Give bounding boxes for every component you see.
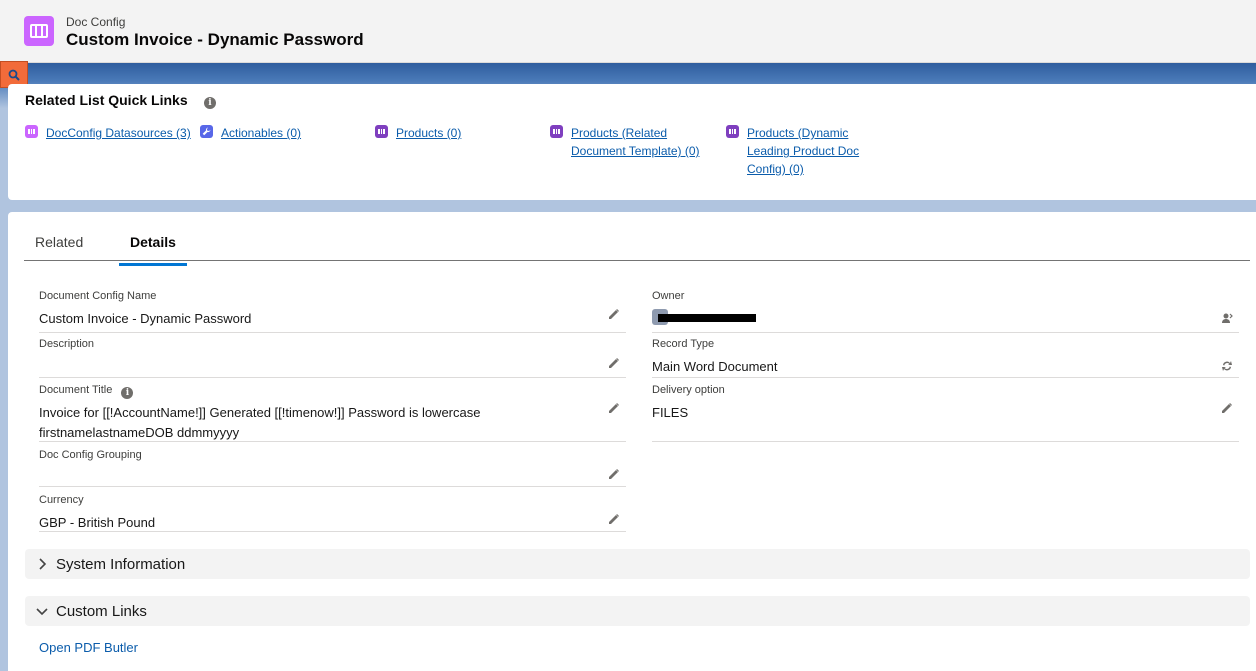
info-icon[interactable]: i (121, 387, 134, 399)
quick-link-products-dynamic-leading[interactable]: Products (Dynamic Leading Product Doc Co… (726, 124, 859, 178)
page-title: Custom Invoice - Dynamic Password (66, 30, 364, 49)
pencil-icon[interactable] (608, 402, 620, 414)
record-detail-card: Related Details Document Config Name Cus… (8, 212, 1256, 671)
field-doc-config-grouping: Doc Config Grouping (39, 449, 626, 487)
field-value-line: firstnamelastnameDOB ddmmyyyy (39, 425, 240, 440)
doc-config-icon (24, 16, 54, 46)
section-custom-links[interactable]: Custom Links (25, 596, 1250, 626)
object-label: Doc Config (66, 15, 126, 29)
quick-link-label[interactable]: Products (0) (396, 124, 461, 142)
field-label: Document Config Name (39, 290, 157, 302)
field-document-title: Document Title i Invoice for [[!AccountN… (39, 384, 626, 442)
change-record-type-icon[interactable] (1221, 360, 1233, 372)
field-label: Doc Config Grouping (39, 449, 142, 461)
quick-links-heading: Related List Quick Links (25, 92, 188, 108)
section-system-information[interactable]: System Information (25, 549, 1250, 579)
field-value: FILES (652, 405, 689, 420)
section-title: Custom Links (56, 603, 147, 620)
field-description: Description (39, 338, 626, 378)
quick-link-label-line: Document Template) (0) (571, 144, 700, 158)
pencil-icon[interactable] (608, 513, 620, 525)
field-value: GBP - British Pound (39, 515, 156, 530)
field-record-type: Record Type Main Word Document (652, 338, 1239, 378)
open-pdf-butler-link[interactable]: Open PDF Butler (39, 640, 138, 655)
pencil-icon[interactable] (608, 468, 620, 480)
quick-link-label[interactable]: Products (Related Document Template) (0) (571, 124, 700, 160)
page-header: Doc Config Custom Invoice - Dynamic Pass… (0, 0, 1256, 63)
quick-link-label-line: Leading Product Doc (747, 144, 860, 158)
product-icon (550, 125, 563, 138)
field-label: Owner (652, 290, 685, 302)
field-document-config-name: Document Config Name Custom Invoice - Dy… (39, 290, 626, 333)
tab-related[interactable]: Related (24, 234, 94, 261)
field-label: Description (39, 338, 95, 350)
pencil-icon[interactable] (1221, 402, 1233, 414)
field-owner: Owner (652, 290, 1239, 333)
field-value: Custom Invoice - Dynamic Password (39, 311, 252, 326)
section-title: System Information (56, 556, 186, 573)
field-currency: Currency GBP - British Pound (39, 494, 626, 532)
quick-link-label-line: Products (Dynamic (747, 126, 849, 140)
related-list-quick-links: Related List Quick Links i DocConfig Dat… (8, 84, 1256, 200)
field-label: Currency (39, 494, 84, 506)
chevron-right-icon (39, 558, 47, 570)
quick-link-label-line: Config) (0) (747, 162, 804, 176)
tab-details[interactable]: Details (119, 234, 187, 266)
field-label-text: Document Title (39, 384, 113, 396)
tab-bar: Related Details (24, 228, 1250, 266)
quick-link-label[interactable]: DocConfig Datasources (3) (46, 124, 191, 142)
owner-name-redacted[interactable] (658, 314, 756, 322)
quick-link-products[interactable]: Products (0) (375, 124, 461, 142)
chevron-down-icon (36, 608, 48, 616)
quick-link-docconfig-datasources[interactable]: DocConfig Datasources (3) (25, 124, 191, 142)
quick-link-products-related-document-template[interactable]: Products (Related Document Template) (0) (550, 124, 700, 160)
field-value-line: Invoice for [[!AccountName!]] Generated … (39, 405, 481, 420)
quick-link-label[interactable]: Actionables (0) (221, 124, 301, 142)
product-icon (726, 125, 739, 138)
pencil-icon[interactable] (608, 308, 620, 320)
quick-link-actionables[interactable]: Actionables (0) (200, 124, 301, 142)
quick-link-label[interactable]: Products (Dynamic Leading Product Doc Co… (747, 124, 859, 178)
field-label: Record Type (652, 338, 715, 350)
datasource-icon (25, 125, 38, 138)
pencil-icon[interactable] (608, 357, 620, 369)
quick-link-label-line: Products (Related (571, 126, 668, 140)
info-icon[interactable]: i (204, 97, 216, 109)
field-label: Document Title i (39, 384, 134, 399)
change-owner-icon[interactable] (1221, 312, 1233, 324)
product-icon (375, 125, 388, 138)
wrench-icon (200, 125, 213, 138)
field-label: Delivery option (652, 384, 725, 396)
field-value: Main Word Document (652, 359, 778, 374)
field-value: Invoice for [[!AccountName!]] Generated … (39, 403, 480, 443)
field-delivery-option: Delivery option FILES (652, 384, 1239, 442)
